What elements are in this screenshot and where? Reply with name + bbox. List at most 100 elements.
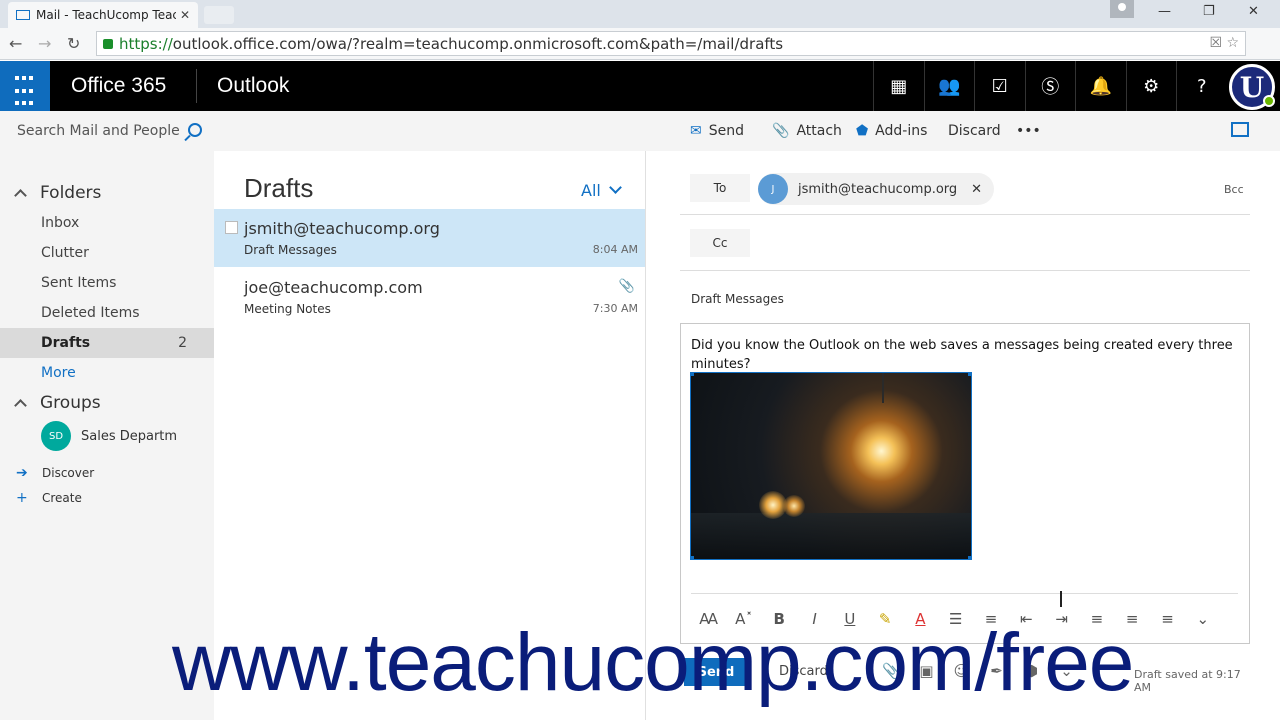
send-button[interactable]: ✉ Send — [690, 123, 744, 139]
folder-label: Inbox — [41, 215, 80, 231]
inline-image[interactable] — [690, 372, 972, 560]
discover-label: Discover — [42, 466, 95, 480]
message-item[interactable]: joe@teachucomp.com Meeting Notes 7:30 AM… — [214, 268, 645, 326]
folder-clutter[interactable]: Clutter — [0, 238, 214, 268]
divider — [680, 270, 1250, 271]
groups-label: Groups — [40, 393, 101, 413]
folder-label: Deleted Items — [41, 305, 140, 321]
new-tab-button[interactable] — [204, 6, 234, 24]
url-field[interactable]: https://outlook.office.com/owa/?realm=te… — [96, 31, 1246, 56]
message-body[interactable]: Did you know the Outlook on the web save… — [680, 323, 1250, 644]
folder-drafts[interactable]: Drafts 2 — [0, 328, 214, 358]
bell-icon[interactable]: 🔔 — [1075, 61, 1126, 111]
minimize-icon[interactable]: — — [1158, 4, 1171, 19]
skype-icon[interactable]: Ⓢ — [1024, 61, 1076, 111]
align-right-icon[interactable]: ≡ — [1150, 610, 1185, 628]
message-subject: Meeting Notes — [244, 302, 331, 316]
create-link[interactable]: + Create — [16, 490, 82, 506]
plus-icon: + — [16, 490, 28, 506]
message-subject: Draft Messages — [244, 243, 337, 257]
people-icon[interactable]: 👥 — [923, 61, 975, 111]
app-title: Outlook — [217, 74, 290, 97]
folder-label: Sent Items — [41, 275, 117, 291]
remove-recipient-icon[interactable]: ✕ — [971, 182, 982, 197]
text-cursor-icon — [1060, 591, 1062, 607]
folder-more-link[interactable]: More — [0, 358, 214, 388]
recipient-avatar: J — [758, 174, 788, 204]
ellipsis-icon: ••• — [1016, 123, 1041, 139]
resize-handle[interactable] — [691, 373, 694, 376]
profile-icon[interactable] — [1110, 0, 1134, 18]
app-launcher-icon[interactable] — [0, 61, 50, 111]
chevron-up-icon — [14, 399, 27, 412]
brand-title[interactable]: Office 365 — [71, 74, 166, 98]
chevron-up-icon — [14, 189, 27, 202]
tasks-icon[interactable]: ☑ — [974, 61, 1025, 111]
attach-label: Attach — [796, 123, 842, 139]
addins-button[interactable]: ⬟ Add-ins — [856, 123, 927, 139]
close-tab-icon[interactable]: ✕ — [180, 8, 190, 22]
star-icon[interactable]: ☒ ☆ — [1209, 35, 1239, 51]
message-time: 8:04 AM — [592, 243, 638, 256]
divider — [691, 593, 1238, 594]
select-checkbox[interactable] — [225, 221, 238, 234]
cc-button[interactable]: Cc — [690, 229, 750, 257]
discard-label: Discard — [948, 123, 1001, 139]
draft-status: Draft saved at 9:17 AM — [1134, 668, 1241, 694]
help-icon[interactable]: ? — [1176, 61, 1227, 111]
browser-tab-bar: Mail - TeachUcomp Teach ✕ — ❐ ✕ — [0, 0, 1280, 28]
recipient-email: jsmith@teachucomp.org — [798, 181, 958, 197]
browser-tab[interactable]: Mail - TeachUcomp Teach ✕ — [8, 2, 198, 28]
discover-link[interactable]: ➔ Discover — [16, 465, 94, 481]
suite-header: Office 365 Outlook ▦ 👥 ☑ Ⓢ 🔔 ⚙ ? U — [0, 61, 1280, 111]
paperclip-icon: 📎 — [772, 123, 790, 139]
recipient-chip[interactable]: J jsmith@teachucomp.org ✕ — [758, 173, 995, 205]
tab-title: Mail - TeachUcomp Teach — [36, 8, 176, 22]
reload-icon[interactable]: ↻ — [67, 34, 80, 53]
settings-icon[interactable]: ⚙ — [1125, 61, 1177, 111]
folders-label: Folders — [40, 183, 102, 203]
restore-icon[interactable]: ❐ — [1203, 4, 1215, 19]
group-avatar: SD — [41, 421, 71, 451]
bcc-button[interactable]: Bcc — [1224, 183, 1244, 196]
resize-handle[interactable] — [691, 556, 694, 559]
send-icon: ✉ — [690, 123, 702, 139]
arrow-right-icon: ➔ — [16, 465, 28, 481]
more-actions-button[interactable]: ••• — [1016, 123, 1041, 139]
create-label: Create — [42, 491, 82, 505]
image-detail — [882, 373, 884, 403]
folder-label: Clutter — [41, 245, 89, 261]
subject-field[interactable]: Draft Messages — [691, 292, 784, 306]
divider — [680, 214, 1250, 215]
unread-count: 2 — [178, 335, 187, 351]
address-bar-row: ← → ↻ https://outlook.office.com/owa/?re… — [0, 28, 1280, 76]
to-button[interactable]: To — [690, 174, 750, 202]
search-icon[interactable] — [188, 123, 202, 137]
close-window-icon[interactable]: ✕ — [1248, 4, 1259, 19]
message-sender: jsmith@teachucomp.org — [244, 219, 440, 238]
paperclip-icon: 📎 — [618, 279, 635, 294]
group-sales[interactable]: SD Sales Departm — [41, 421, 177, 451]
filter-dropdown[interactable]: All — [581, 181, 620, 200]
back-icon[interactable]: ← — [9, 34, 22, 53]
image-detail — [783, 495, 805, 517]
folder-label: Drafts — [41, 335, 91, 351]
forward-icon[interactable]: → — [38, 34, 51, 53]
folder-inbox[interactable]: Inbox — [0, 208, 214, 238]
folder-sent-items[interactable]: Sent Items — [0, 268, 214, 298]
folders-header[interactable]: Folders — [14, 183, 102, 203]
resize-handle[interactable] — [968, 373, 971, 376]
chevron-down-icon[interactable]: ⌄ — [1185, 610, 1220, 628]
popout-icon[interactable] — [1231, 122, 1249, 137]
attach-button[interactable]: 📎 Attach — [772, 123, 842, 139]
calendar-icon[interactable]: ▦ — [873, 61, 924, 111]
search-input[interactable]: Search Mail and People — [0, 111, 214, 151]
discard-button[interactable]: Discard — [948, 123, 1001, 139]
watermark: www.teachucomp.com/free — [172, 617, 1134, 708]
folder-deleted-items[interactable]: Deleted Items — [0, 298, 214, 328]
groups-header[interactable]: Groups — [14, 393, 101, 413]
resize-handle[interactable] — [968, 556, 971, 559]
header-divider — [196, 69, 197, 103]
message-item[interactable]: jsmith@teachucomp.org Draft Messages 8:0… — [214, 209, 645, 267]
image-detail — [691, 513, 971, 559]
